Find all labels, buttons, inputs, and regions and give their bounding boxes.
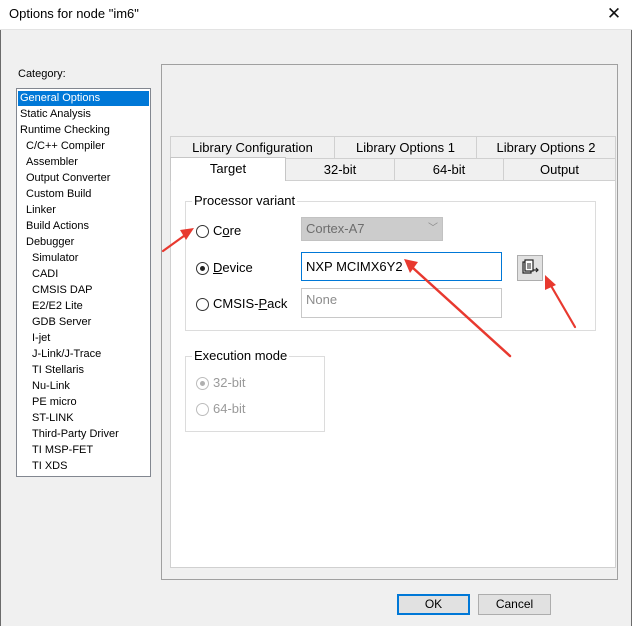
category-item-third-party-driver[interactable]: Third-Party Driver	[18, 427, 149, 442]
execution-32-bit-radio[interactable]: 32-bit	[196, 374, 266, 392]
cmsis-pack-radio-label: CMSIS-Pack	[213, 296, 288, 311]
device-browse-icon	[522, 259, 539, 274]
execution-mode-group	[185, 356, 325, 432]
execution-64-bit-radio-button[interactable]	[196, 403, 209, 416]
category-item-pe-micro[interactable]: PE micro	[18, 395, 149, 410]
cmsis-pack-radio[interactable]: CMSIS-Pack	[196, 295, 296, 313]
category-item-simulator[interactable]: Simulator	[18, 251, 149, 266]
tab-32-bit[interactable]: 32-bit	[285, 158, 395, 180]
category-item-custom-build[interactable]: Custom Build	[18, 187, 149, 202]
tab-library-options-2[interactable]: Library Options 2	[476, 136, 616, 158]
category-item-i-jet[interactable]: I-jet	[18, 331, 149, 346]
category-item-e2-lite[interactable]: E2/E2 Lite	[18, 299, 149, 314]
core-radio[interactable]: Core	[196, 222, 286, 240]
execution-mode-title: Execution mode	[192, 348, 290, 363]
category-item-runtime-checking[interactable]: Runtime Checking	[18, 123, 149, 138]
chevron-down-icon: ﹀	[428, 223, 438, 234]
tab-library-configuration[interactable]: Library Configuration	[170, 136, 335, 158]
category-item-ti-msp-fet[interactable]: TI MSP-FET	[18, 443, 149, 458]
category-item-build-actions[interactable]: Build Actions	[18, 219, 149, 234]
category-item-c-cpp-compiler[interactable]: C/C++ Compiler	[18, 139, 149, 154]
category-item-ti-stellaris[interactable]: TI Stellaris	[18, 363, 149, 378]
device-radio-label: Device	[213, 260, 253, 275]
close-icon[interactable]: ✕	[596, 0, 632, 30]
category-item-st-link[interactable]: ST-LINK	[18, 411, 149, 426]
category-item-cadi[interactable]: CADI	[18, 267, 149, 282]
cmsis-pack-field[interactable]: None	[301, 288, 502, 318]
category-item-debugger[interactable]: Debugger	[18, 235, 149, 250]
select-device-button[interactable]	[517, 255, 543, 281]
cmsis-pack-radio-button[interactable]	[196, 298, 209, 311]
category-item-assembler[interactable]: Assembler	[18, 155, 149, 170]
category-item-linker[interactable]: Linker	[18, 203, 149, 218]
category-item-cmsis-dap[interactable]: CMSIS DAP	[18, 283, 149, 298]
category-item-gdb-server[interactable]: GDB Server	[18, 315, 149, 330]
execution-32-bit-radio-button[interactable]	[196, 377, 209, 390]
device-radio[interactable]: Device	[196, 259, 286, 277]
cancel-button[interactable]: Cancel	[478, 594, 551, 615]
core-radio-label: Core	[213, 223, 242, 238]
execution-64-bit-label: 64-bit	[213, 401, 246, 416]
window-title: Options for node "im6"	[9, 6, 139, 21]
processor-variant-title: Processor variant	[192, 193, 298, 208]
tab-target[interactable]: Target	[170, 157, 286, 181]
ok-button[interactable]: OK	[397, 594, 470, 615]
category-item-static-analysis[interactable]: Static Analysis	[18, 107, 149, 122]
category-list[interactable]: General Options Static Analysis Runtime …	[16, 88, 151, 477]
category-item-nu-link[interactable]: Nu-Link	[18, 379, 149, 394]
tab-output[interactable]: Output	[503, 158, 616, 180]
tab-64-bit[interactable]: 64-bit	[394, 158, 504, 180]
category-item-output-converter[interactable]: Output Converter	[18, 171, 149, 186]
category-label: Category:	[18, 68, 66, 80]
execution-32-bit-label: 32-bit	[213, 375, 246, 390]
core-select-value: Cortex-A7	[306, 221, 365, 236]
category-item-j-link[interactable]: J-Link/J-Trace	[18, 347, 149, 362]
core-select[interactable]: Cortex-A7 ﹀	[301, 217, 443, 241]
title-bar: Options for node "im6" ✕	[0, 0, 632, 30]
device-field[interactable]: NXP MCIMX6Y2	[301, 252, 502, 281]
category-item-ti-xds[interactable]: TI XDS	[18, 459, 149, 474]
execution-64-bit-radio[interactable]: 64-bit	[196, 400, 266, 418]
core-radio-button[interactable]	[196, 225, 209, 238]
device-radio-button[interactable]	[196, 262, 209, 275]
tab-library-options-1[interactable]: Library Options 1	[334, 136, 477, 158]
category-item-general-options[interactable]: General Options	[18, 91, 149, 106]
tab-divider	[285, 180, 616, 181]
